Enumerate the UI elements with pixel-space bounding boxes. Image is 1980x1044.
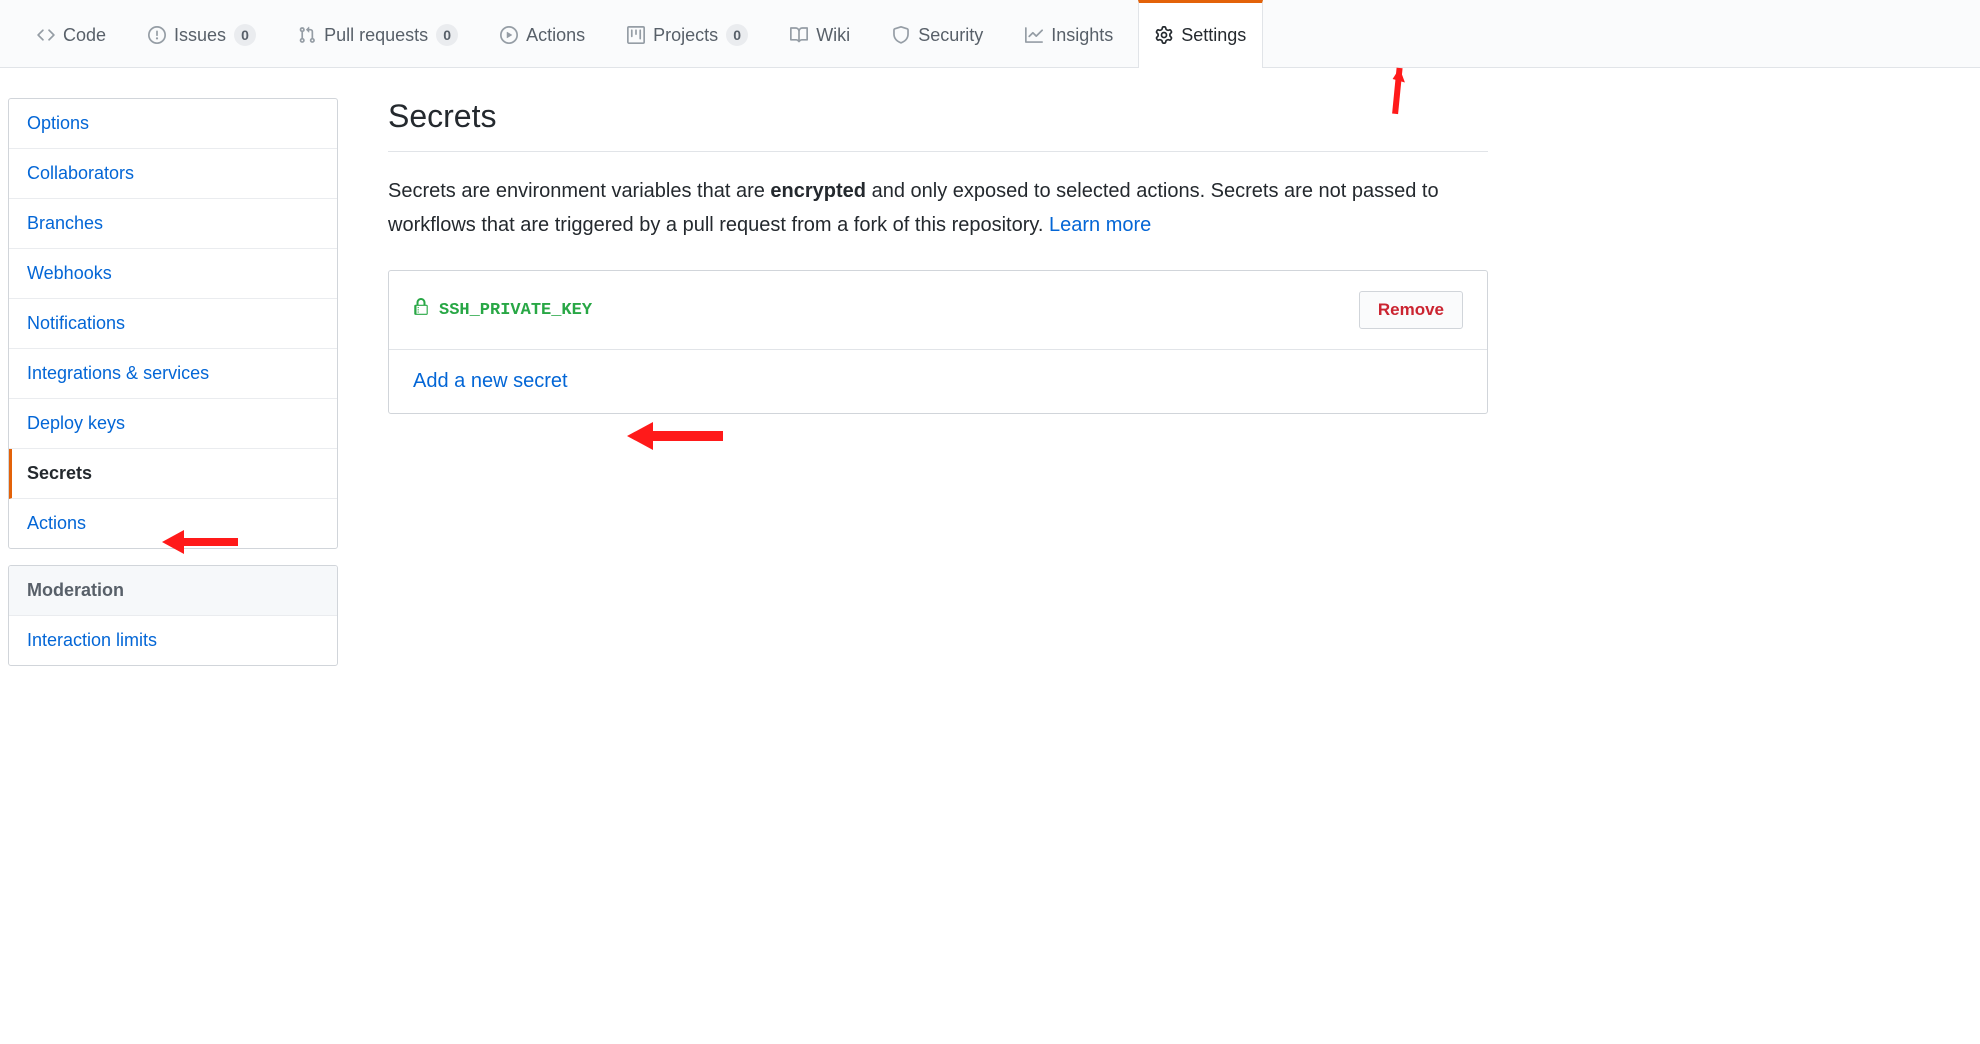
pulls-count: 0	[436, 24, 458, 46]
issue-opened-icon	[148, 26, 166, 44]
tab-label: Pull requests	[324, 25, 428, 46]
sidebar-item-secrets[interactable]: Secrets	[9, 449, 337, 499]
settings-sidebar: Options Collaborators Branches Webhooks …	[8, 98, 338, 682]
tab-label: Security	[918, 25, 983, 46]
tab-settings[interactable]: Settings	[1138, 0, 1263, 68]
secrets-description: Secrets are environment variables that a…	[388, 174, 1488, 242]
tab-label: Settings	[1181, 25, 1246, 46]
tab-issues[interactable]: Issues 0	[131, 0, 273, 68]
secret-row: SSH_PRIVATE_KEY Remove	[389, 271, 1487, 350]
tab-wiki[interactable]: Wiki	[773, 0, 867, 68]
tab-label: Insights	[1051, 25, 1113, 46]
secret-name: SSH_PRIVATE_KEY	[413, 298, 592, 322]
tab-label: Projects	[653, 25, 718, 46]
page-title: Secrets	[388, 98, 1488, 135]
annotation-arrow-icon	[160, 520, 240, 564]
sidebar-item-webhooks[interactable]: Webhooks	[9, 249, 337, 299]
gear-icon	[1155, 26, 1173, 44]
tab-actions[interactable]: Actions	[483, 0, 602, 68]
sidebar-item-integrations[interactable]: Integrations & services	[9, 349, 337, 399]
sidebar-item-branches[interactable]: Branches	[9, 199, 337, 249]
moderation-menu: Moderation Interaction limits	[8, 565, 338, 666]
sidebar-item-deploy-keys[interactable]: Deploy keys	[9, 399, 337, 449]
project-icon	[627, 26, 645, 44]
tab-insights[interactable]: Insights	[1008, 0, 1130, 68]
tab-label: Actions	[526, 25, 585, 46]
shield-icon	[892, 26, 910, 44]
play-icon	[500, 26, 518, 44]
book-icon	[790, 26, 808, 44]
secret-name-text: SSH_PRIVATE_KEY	[439, 301, 592, 320]
main-content: Secrets Secrets are environment variable…	[388, 98, 1488, 682]
add-secret-row: Add a new secret	[389, 350, 1487, 413]
code-icon	[37, 26, 55, 44]
tab-label: Issues	[174, 25, 226, 46]
sidebar-item-collaborators[interactable]: Collaborators	[9, 149, 337, 199]
repo-tablist: Code Issues 0 Pull requests 0 Actions Pr…	[0, 0, 1980, 68]
remove-secret-button[interactable]: Remove	[1359, 291, 1463, 329]
issues-count: 0	[234, 24, 256, 46]
add-new-secret-link[interactable]: Add a new secret	[413, 370, 568, 393]
secrets-box: SSH_PRIVATE_KEY Remove Add a new secret	[388, 270, 1488, 414]
learn-more-link[interactable]: Learn more	[1049, 214, 1151, 236]
tab-pull-requests[interactable]: Pull requests 0	[281, 0, 475, 68]
moderation-heading: Moderation	[9, 566, 337, 616]
tab-label: Wiki	[816, 25, 850, 46]
tab-code[interactable]: Code	[20, 0, 123, 68]
lock-icon	[413, 298, 429, 322]
git-pull-request-icon	[298, 26, 316, 44]
tab-projects[interactable]: Projects 0	[610, 0, 765, 68]
sidebar-item-notifications[interactable]: Notifications	[9, 299, 337, 349]
tab-security[interactable]: Security	[875, 0, 1000, 68]
settings-menu: Options Collaborators Branches Webhooks …	[8, 98, 338, 549]
annotation-arrow-icon	[625, 414, 725, 458]
projects-count: 0	[726, 24, 748, 46]
graph-icon	[1025, 26, 1043, 44]
sidebar-item-options[interactable]: Options	[9, 99, 337, 149]
sidebar-item-interaction-limits[interactable]: Interaction limits	[9, 616, 337, 665]
tab-label: Code	[63, 25, 106, 46]
